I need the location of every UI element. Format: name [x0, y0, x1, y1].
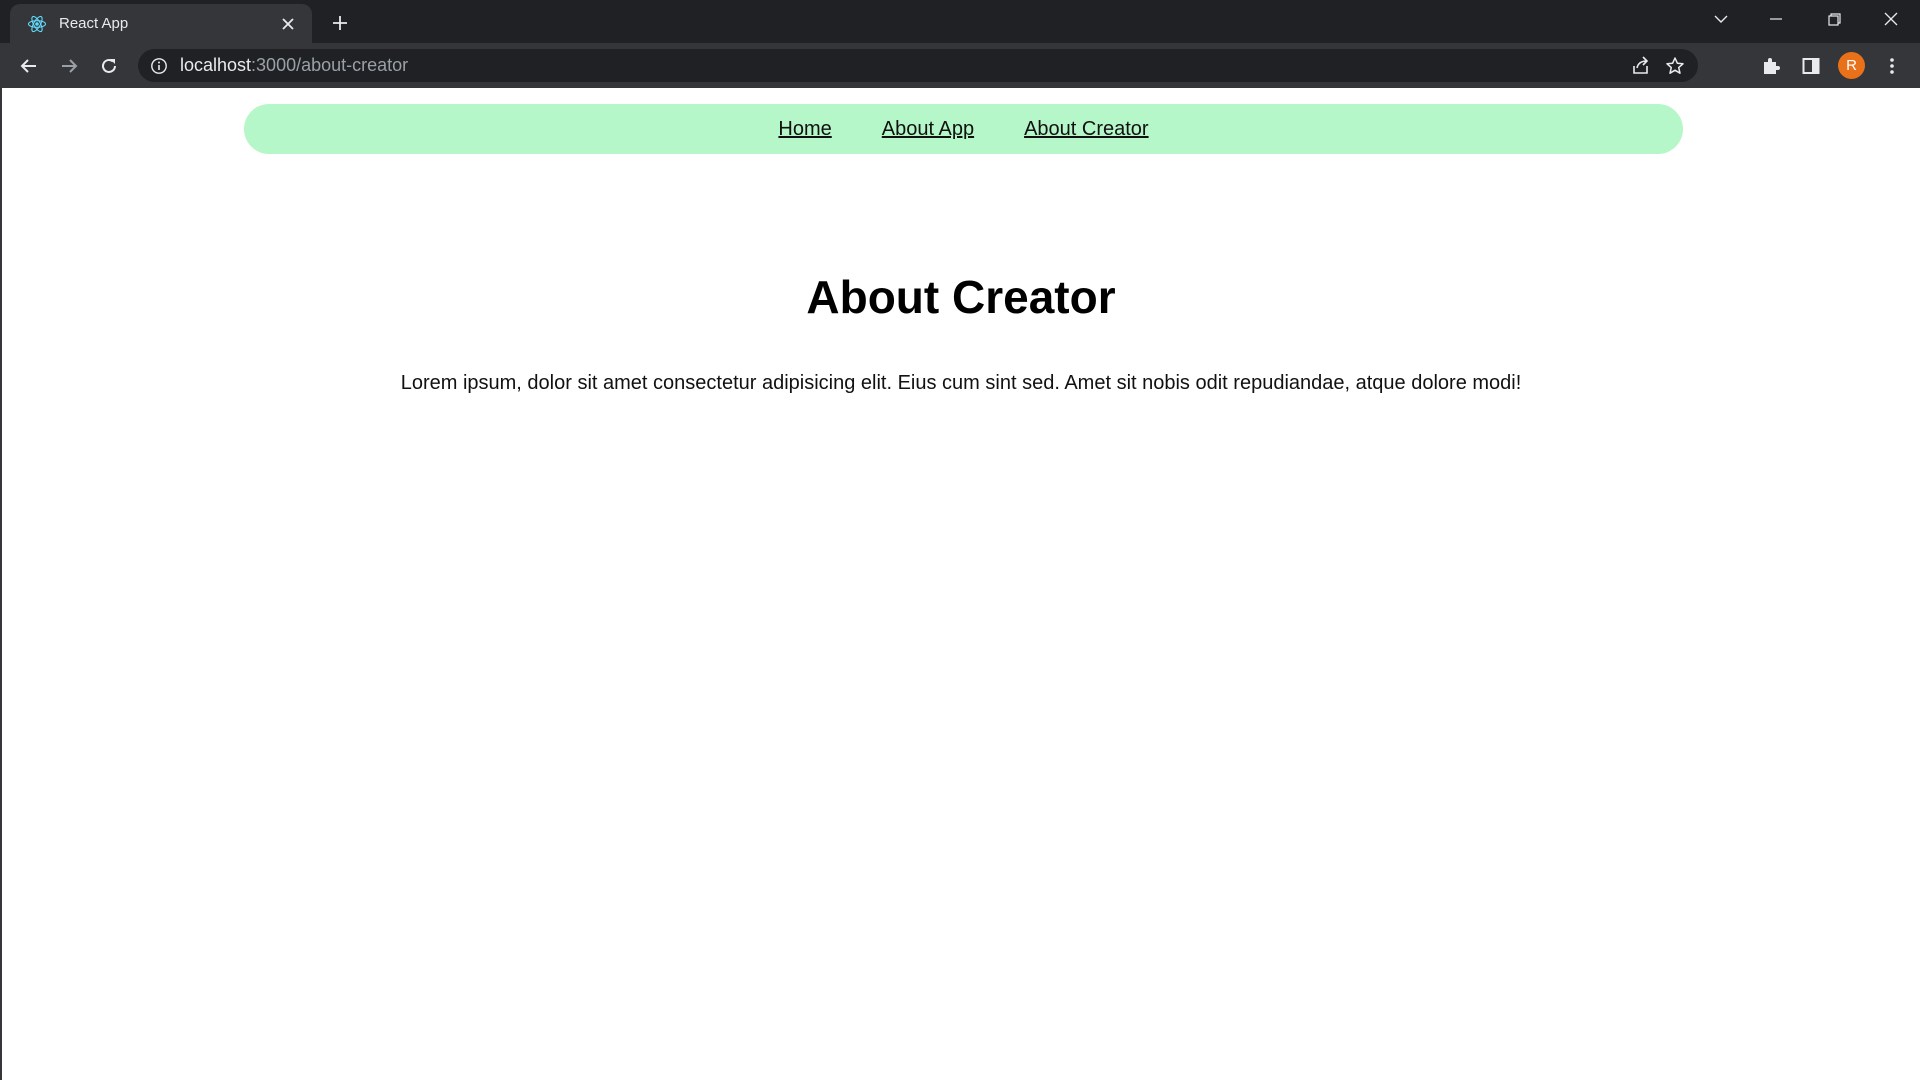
url-path: :3000/about-creator: [251, 55, 409, 75]
close-tab-icon[interactable]: [276, 12, 300, 36]
nav-link-home[interactable]: Home: [778, 118, 831, 141]
menu-kebab-icon[interactable]: [1879, 53, 1905, 79]
bookmark-star-icon[interactable]: [1662, 53, 1688, 79]
reload-icon[interactable]: [93, 50, 125, 82]
site-info-icon[interactable]: [150, 57, 168, 75]
tab-title: React App: [59, 15, 129, 32]
close-window-icon[interactable]: [1862, 0, 1920, 38]
tab-search-chevron-down-icon[interactable]: [1692, 0, 1750, 38]
side-panel-icon[interactable]: [1798, 53, 1824, 79]
toolbar-right: R: [1758, 52, 1905, 79]
minimize-icon[interactable]: [1747, 0, 1805, 38]
url-host: localhost: [180, 55, 252, 75]
main-navbar: Home About App About Creator: [244, 104, 1683, 154]
share-icon[interactable]: [1628, 53, 1654, 79]
omnibox-actions: [1628, 53, 1688, 79]
new-tab-icon[interactable]: [326, 9, 354, 37]
tab-strip: React App: [0, 0, 1920, 43]
forward-arrow-icon[interactable]: [53, 50, 85, 82]
restore-icon[interactable]: [1805, 0, 1863, 38]
extensions-puzzle-icon[interactable]: [1758, 53, 1784, 79]
browser-toolbar: localhost:3000/about-creator R: [0, 43, 1920, 88]
page-viewport: Home About App About Creator About Creat…: [0, 88, 1920, 1080]
address-bar[interactable]: localhost:3000/about-creator: [138, 49, 1698, 82]
back-arrow-icon[interactable]: [13, 50, 45, 82]
nav-link-about-creator[interactable]: About Creator: [1024, 118, 1149, 141]
nav-link-about-app[interactable]: About App: [882, 118, 974, 141]
react-icon: [27, 14, 47, 34]
page-title: About Creator: [806, 271, 1116, 323]
page-body-text: Lorem ipsum, dolor sit amet consectetur …: [400, 372, 1522, 394]
profile-avatar[interactable]: R: [1838, 52, 1865, 79]
browser-tab[interactable]: React App: [10, 4, 312, 43]
